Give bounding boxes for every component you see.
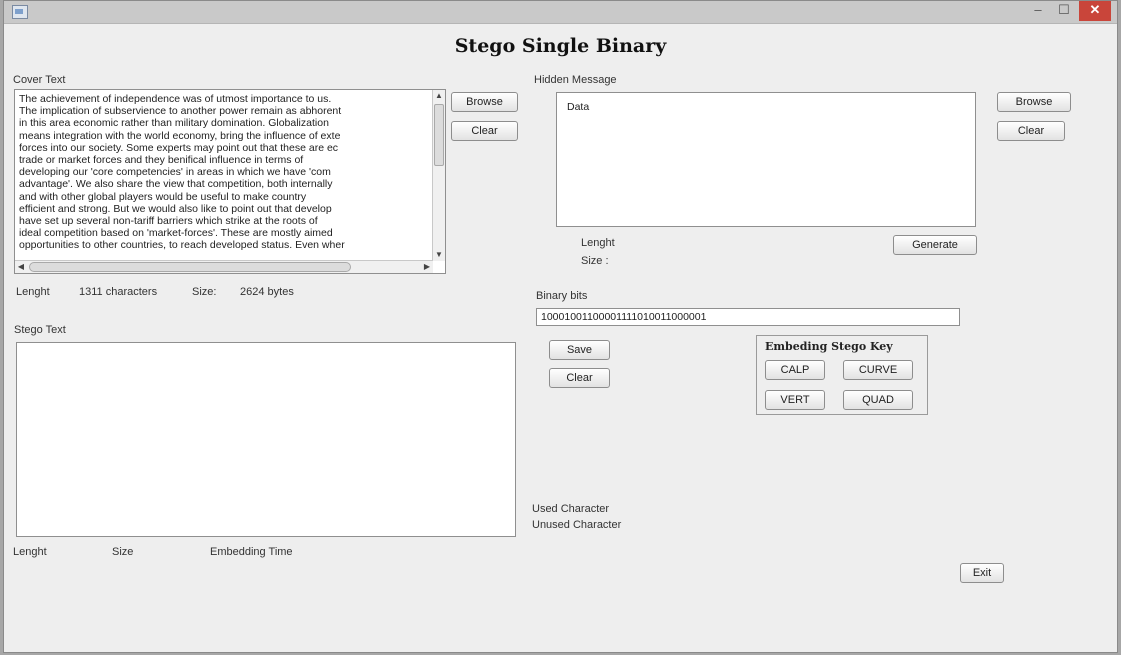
cover-clear-button[interactable]: Clear — [451, 121, 518, 141]
stego-length-label: Lenght — [13, 546, 47, 558]
close-icon[interactable]: ✕ — [1079, 1, 1111, 21]
cover-length-label: Lenght — [16, 286, 50, 298]
cover-text-line: forces into our society. Some experts ma… — [19, 141, 339, 154]
exit-button[interactable]: Exit — [960, 563, 1004, 583]
cover-text-line: have set up several non-tariff barriers … — [19, 215, 318, 228]
quad-button[interactable]: QUAD — [843, 390, 913, 410]
cover-size-label: Size: — [192, 286, 217, 298]
app-window: – ☐ ✕ Stego Single Binary Cover Text The… — [3, 0, 1118, 653]
hidden-message-label: Hidden Message — [534, 74, 617, 86]
cover-text-line: in this area economic rather than milita… — [19, 117, 329, 130]
hidden-browse-button[interactable]: Browse — [997, 92, 1071, 112]
hidden-size-label: Size : — [581, 255, 609, 267]
cover-horizontal-scrollbar[interactable]: ◀ ▶ — [15, 260, 433, 273]
cover-text-area[interactable]: The achievement of independence was of u… — [14, 89, 446, 274]
cover-text-line: efficient and strong. But we would also … — [19, 202, 332, 215]
calp-button[interactable]: CALP — [765, 360, 825, 380]
cover-text-line: The achievement of independence was of u… — [19, 93, 332, 105]
cover-text-line: and with other global players would be u… — [19, 190, 307, 203]
cover-length-value: 1311 characters — [79, 286, 158, 298]
cover-size-value: 2624 bytes — [240, 286, 294, 298]
cover-text-content: The achievement of independence was of u… — [19, 93, 431, 257]
cover-vertical-scrollbar[interactable]: ▲ ▼ — [432, 90, 445, 261]
curve-button[interactable]: CURVE — [843, 360, 913, 380]
embedding-time-label: Embedding Time — [210, 546, 293, 558]
scroll-left-icon[interactable]: ◀ — [15, 261, 27, 273]
page-title: Stego Single Binary — [454, 35, 667, 57]
cover-text-line: ideal competition based on 'market-force… — [19, 227, 333, 240]
cover-text-line: means integration with the world economy… — [19, 129, 341, 142]
stego-key-title: Embeding Stego Key — [765, 340, 893, 353]
title-bar: – ☐ ✕ — [4, 1, 1117, 24]
binary-clear-button[interactable]: Clear — [549, 368, 610, 388]
stego-text-label: Stego Text — [14, 324, 66, 336]
hidden-length-label: Lenght — [581, 237, 615, 249]
minimize-icon[interactable]: – — [1025, 1, 1051, 21]
hidden-clear-button[interactable]: Clear — [997, 121, 1065, 141]
vert-button[interactable]: VERT — [765, 390, 825, 410]
scroll-right-icon[interactable]: ▶ — [421, 261, 433, 273]
cover-text-label: Cover Text — [13, 74, 66, 86]
cover-text-line: The implication of subservience to anoth… — [19, 105, 342, 118]
cover-browse-button[interactable]: Browse — [451, 92, 518, 112]
binary-bits-field[interactable]: 10001001100001111010011000001 — [536, 308, 960, 326]
stego-key-group: Embeding Stego Key CALP CURVE VERT QUAD — [756, 335, 928, 415]
scroll-thumb[interactable] — [434, 104, 444, 166]
maximize-icon[interactable]: ☐ — [1051, 1, 1077, 21]
generate-button[interactable]: Generate — [893, 235, 977, 255]
unused-character-label: Unused Character — [532, 519, 622, 531]
scroll-down-icon[interactable]: ▼ — [433, 249, 445, 261]
stego-text-area[interactable] — [16, 342, 516, 537]
binary-bits-label: Binary bits — [536, 290, 588, 302]
scroll-thumb[interactable] — [29, 262, 351, 272]
cover-text-line: advantage'. We also share the view that … — [19, 178, 333, 191]
binary-save-button[interactable]: Save — [549, 340, 610, 360]
hidden-message-area[interactable]: Data — [556, 92, 976, 227]
scroll-up-icon[interactable]: ▲ — [433, 90, 445, 102]
cover-text-line: opportunities to other countries, to rea… — [19, 239, 345, 252]
java-app-icon — [12, 5, 28, 19]
stego-size-label: Size — [112, 546, 134, 558]
cover-text-line: developing our 'core competencies' in ar… — [19, 166, 331, 179]
cover-text-line: trade or market forces and they benifica… — [19, 154, 304, 167]
used-character-label: Used Character — [532, 503, 610, 515]
